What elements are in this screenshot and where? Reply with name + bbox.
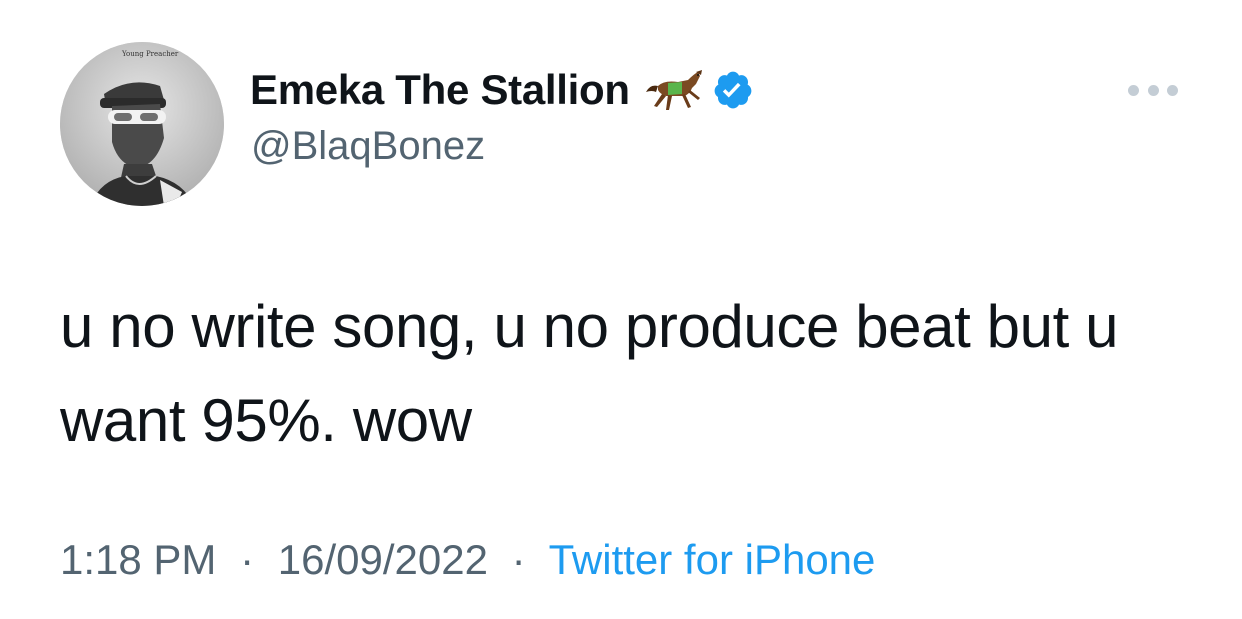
tweet-text: u no write song, u no produce beat but u… [60,293,1119,454]
tweet-date[interactable]: 16/09/2022 [278,536,488,583]
display-name[interactable]: Emeka The Stallion [250,66,630,114]
tweet-card: Young Preacher Emeka The Stallion @BlaqB… [0,0,1242,619]
avatar-caption: Young Preacher [121,50,179,58]
meta-separator: · [240,536,255,583]
avatar[interactable]: Young Preacher [60,42,224,206]
more-options-button[interactable] [1128,78,1178,102]
tweet-metadata: 1:18 PM · 16/09/2022 · Twitter for iPhon… [60,536,875,584]
more-horizontal-icon-dot [1167,84,1178,96]
horse-icon [644,66,704,114]
author-handle[interactable]: @BlaqBonez [251,124,485,169]
more-horizontal-icon-dot [1147,84,1159,96]
author-name-row[interactable]: Emeka The Stallion [250,62,754,118]
verified-badge-icon [712,69,754,111]
tweet-source-link[interactable]: Twitter for iPhone [549,536,876,583]
more-horizontal-icon-dot [1128,84,1139,96]
meta-separator: · [511,536,526,583]
avatar-image: Young Preacher [60,42,224,206]
tweet-time[interactable]: 1:18 PM [60,536,216,583]
